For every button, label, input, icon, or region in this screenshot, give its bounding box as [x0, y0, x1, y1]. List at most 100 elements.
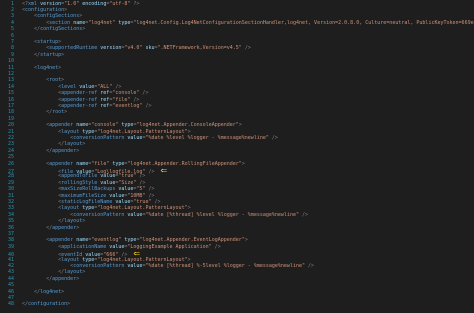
code-token: configuration	[25, 6, 65, 13]
code-token: />	[241, 45, 251, 52]
code-token: />	[136, 173, 146, 180]
code-token: type	[115, 19, 131, 26]
code-text: <configSections>	[22, 13, 82, 19]
code-text: <maxSizeRollBackups value="5" />	[22, 186, 154, 192]
code-token: name	[70, 19, 86, 26]
code-token: value	[112, 198, 131, 205]
code-token: ref	[97, 96, 110, 103]
code-token: "10MB"	[127, 192, 146, 199]
code-token: />	[211, 243, 221, 250]
code-token: >	[61, 77, 65, 84]
code-token: sku	[142, 45, 155, 52]
code-token: configSections	[40, 26, 83, 33]
code-text: <appender-ref ref="console" />	[22, 90, 148, 96]
code-token: >	[187, 128, 191, 135]
code-text: <section name="log4net" type="log4net.Co…	[22, 20, 474, 26]
code-token: >	[76, 147, 80, 154]
code-token: version	[37, 0, 62, 7]
code-text: </layout>	[22, 141, 85, 147]
code-token: value	[124, 262, 143, 269]
code-text: <appender name="file" type="log4net.Appe…	[22, 161, 245, 167]
code-token: type	[79, 205, 95, 212]
code-token: >	[82, 218, 86, 225]
code-token: type	[79, 256, 95, 263]
code-text: <conversionPattern value="%date %level %…	[22, 135, 278, 141]
code-text: <root>	[22, 77, 64, 83]
code-token: >	[76, 224, 80, 231]
code-token: appender	[52, 275, 77, 282]
code-token: />	[151, 198, 161, 205]
code-text: </log4net>	[22, 289, 64, 295]
code-token: appender	[49, 237, 74, 244]
code-token: type	[121, 237, 137, 244]
code-token: version	[97, 45, 122, 52]
code-text: <appender name="eventlog" type="log4net.…	[22, 237, 248, 243]
code-token: layout	[64, 141, 83, 148]
code-token: "log4net.Appender.RollingFileAppender"	[127, 160, 242, 167]
code-token: level	[61, 83, 77, 90]
code-token: maxSizeRollBackups	[61, 186, 116, 193]
code-token: >	[241, 160, 245, 167]
code-token: "file"	[91, 160, 110, 167]
code-token: "LoggingExample Application"	[127, 243, 212, 250]
code-text: <appendToFile value="true" />	[22, 173, 145, 179]
code-token: appender-ref	[61, 102, 98, 109]
code-token: rollingStyle	[61, 179, 98, 186]
code-token: "true"	[133, 198, 152, 205]
code-token: />	[145, 186, 155, 193]
code-editor[interactable]: 1 <?xml version="1.0" encoding="utf-8" ?>…	[0, 0, 474, 313]
code-token: >	[79, 13, 83, 20]
code-text: <staticLogFileName value="true" />	[22, 198, 161, 205]
code-text: </configSections>	[22, 26, 85, 32]
code-token: />	[130, 96, 140, 103]
code-token: >	[82, 269, 86, 276]
code-token: >	[61, 288, 65, 295]
code-token: appender-ref	[61, 90, 98, 97]
code-text: <applicationName value="LoggingExample A…	[22, 244, 221, 250]
code-token: section	[49, 19, 71, 26]
code-text: <conversionPattern value="%date [%thread…	[22, 263, 314, 269]
code-token: value	[76, 83, 95, 90]
code-token: appender	[49, 160, 74, 167]
code-token: ref	[97, 102, 110, 109]
code-text: </layout>	[22, 218, 85, 224]
code-token: value	[97, 179, 116, 186]
code-token: layout	[61, 205, 80, 212]
code-token: log4net	[40, 288, 62, 295]
code-token: "log4net.Appender.ConsoleAppender"	[136, 122, 239, 129]
code-token: "log4net.Layout.PatternLayout"	[97, 128, 188, 135]
code-text: <supportedRuntime version="v4.0" sku=".N…	[22, 45, 251, 51]
code-token: >	[82, 141, 86, 148]
code-token: log4net	[37, 64, 59, 71]
code-token: ".NETFramework,Version=v4.5"	[157, 45, 242, 52]
code-token: "console"	[112, 90, 140, 97]
code-line: 48 </configuration>	[0, 301, 474, 308]
code-token: startup	[40, 51, 62, 58]
code-token: xml	[28, 0, 38, 7]
code-token: type	[118, 122, 134, 129]
code-text: <level value="ALL" />	[22, 84, 121, 90]
code-token: />	[145, 192, 155, 199]
code-text: <log4net>	[22, 65, 61, 71]
code-token: "log4net.Config.Log4NetConfigurationSect…	[133, 19, 474, 26]
code-token: ref	[97, 90, 110, 97]
code-text: <appender-ref ref="eventlog" />	[22, 103, 151, 109]
code-token: supportedRuntime	[49, 45, 98, 52]
code-text: <layout type="log4net.Layout.PatternLayo…	[22, 205, 190, 212]
code-token: maximumFileSize	[61, 192, 107, 199]
code-token: "log4net.Appender.EventLogAppender"	[139, 237, 245, 244]
code-token: >	[76, 275, 80, 282]
code-text: </root>	[22, 109, 67, 115]
code-token: >	[244, 237, 248, 244]
code-token: configuration	[28, 301, 68, 308]
code-token: applicationName	[61, 243, 107, 250]
code-token: "file"	[112, 96, 131, 103]
code-token: >	[64, 109, 68, 116]
code-token: appender-ref	[61, 96, 98, 103]
code-token: "true"	[118, 173, 137, 180]
code-token: "console"	[91, 122, 119, 129]
code-token: >	[58, 64, 62, 71]
code-token: staticLogFileName	[61, 198, 113, 205]
code-text: <startup>	[22, 39, 61, 45]
code-text: <layout type="log4net.Layout.PatternLayo…	[22, 256, 190, 263]
